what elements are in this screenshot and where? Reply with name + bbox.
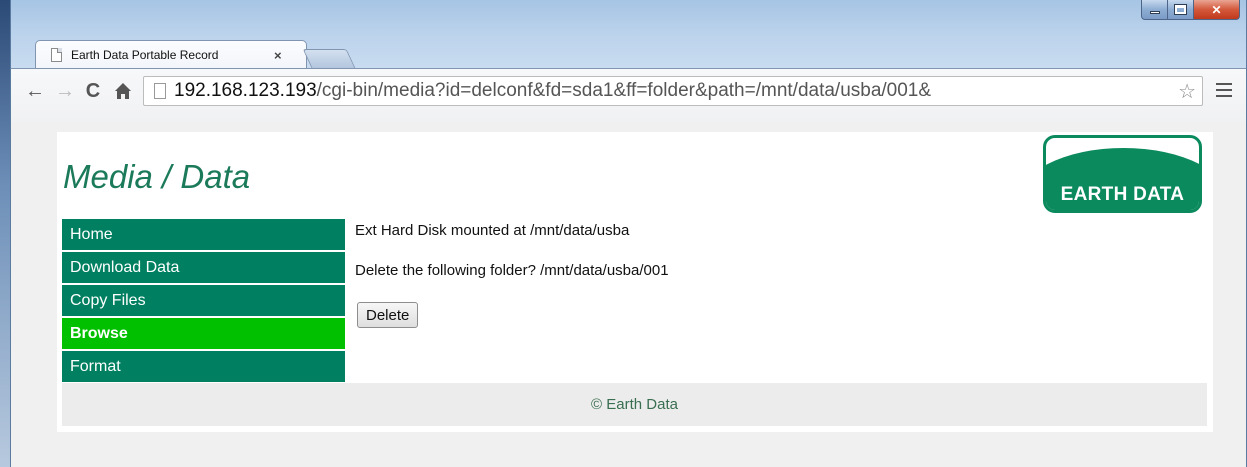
minimize-icon xyxy=(1149,11,1160,14)
new-tab-button[interactable] xyxy=(302,49,356,68)
browser-window: ✕ Earth Data Portable Record × ← → C 192… xyxy=(10,0,1247,467)
page-footer: © Earth Data xyxy=(62,383,1207,426)
sidebar-nav: Home Download Data Copy Files Browse For… xyxy=(62,219,345,384)
url-host: 192.168.123.193 xyxy=(174,80,317,101)
maximize-button[interactable] xyxy=(1168,0,1194,20)
tab-title: Earth Data Portable Record xyxy=(71,48,219,62)
sidebar-item-download-data[interactable]: Download Data xyxy=(62,252,345,283)
url-text[interactable]: 192.168.123.193/cgi-bin/media?id=delconf… xyxy=(174,80,1178,102)
reload-icon[interactable]: C xyxy=(81,79,105,103)
page-viewport: Media / Data EARTH DATA Home Download Da… xyxy=(11,122,1246,467)
tab-close-icon[interactable]: × xyxy=(274,48,282,63)
delete-button[interactable]: Delete xyxy=(357,302,419,328)
address-bar[interactable]: 192.168.123.193/cgi-bin/media?id=delconf… xyxy=(143,76,1203,106)
mount-status-text: Ext Hard Disk mounted at /mnt/data/usba xyxy=(355,222,630,239)
page-icon xyxy=(154,83,166,99)
minimize-button[interactable] xyxy=(1141,0,1168,20)
web-page: Media / Data EARTH DATA Home Download Da… xyxy=(57,132,1213,432)
page-icon xyxy=(51,48,62,62)
bookmark-star-icon[interactable]: ☆ xyxy=(1178,79,1196,104)
sidebar-item-browse[interactable]: Browse xyxy=(62,318,345,349)
browser-toolbar: ← → C 192.168.123.193/cgi-bin/media?id=d… xyxy=(11,68,1246,122)
earth-data-logo: EARTH DATA xyxy=(1043,135,1202,213)
sidebar-item-home[interactable]: Home xyxy=(62,219,345,250)
close-icon: ✕ xyxy=(1211,2,1222,17)
sidebar-item-copy-files[interactable]: Copy Files xyxy=(62,285,345,316)
window-controls: ✕ xyxy=(1141,0,1240,20)
sidebar-item-format[interactable]: Format xyxy=(62,351,345,382)
home-icon[interactable] xyxy=(111,79,135,103)
url-path: /cgi-bin/media?id=delconf&fd=sda1&ff=fol… xyxy=(316,80,932,101)
menu-icon[interactable] xyxy=(1216,83,1232,101)
logo-text: EARTH DATA xyxy=(1060,184,1185,205)
forward-arrow-icon[interactable]: → xyxy=(53,79,77,103)
browser-tab[interactable]: Earth Data Portable Record × xyxy=(35,40,307,69)
close-window-button[interactable]: ✕ xyxy=(1194,0,1240,20)
desktop-edge xyxy=(0,0,10,467)
delete-confirm-text: Delete the following folder? /mnt/data/u… xyxy=(355,262,669,279)
tab-strip: Earth Data Portable Record × xyxy=(11,34,1246,69)
maximize-icon xyxy=(1174,4,1187,15)
back-arrow-icon[interactable]: ← xyxy=(23,79,47,103)
page-title: Media / Data xyxy=(63,158,251,195)
